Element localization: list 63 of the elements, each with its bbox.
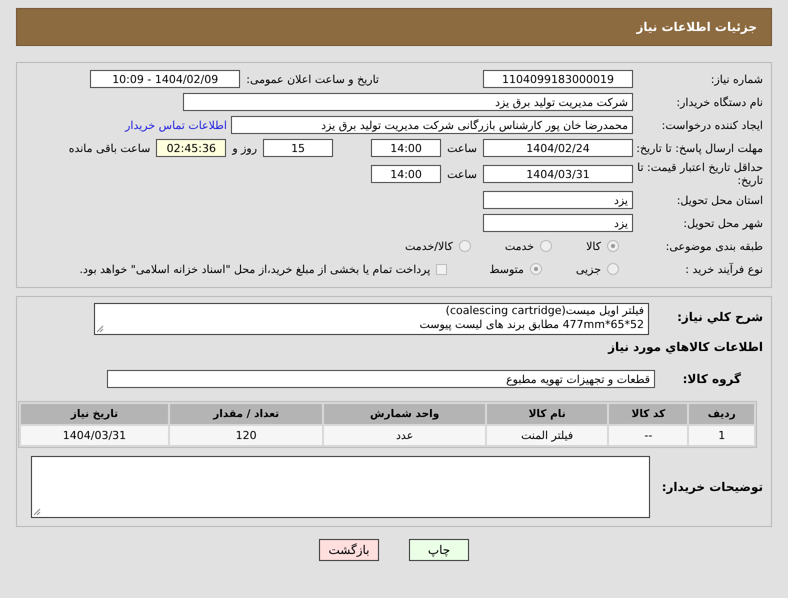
buyer-notes-field[interactable] <box>30 456 650 518</box>
time-label: ساعت <box>447 168 477 180</box>
radio-button[interactable] <box>540 240 552 252</box>
page-header: جزئیات اطلاعات نیاز <box>16 8 772 46</box>
column-header: تعداد / مقدار <box>170 404 322 424</box>
requester-field: محمدرضا خان پور کارشناس بازرگانی شرکت مدیریت تولید برق یزد <box>231 116 633 134</box>
field-label: شماره نیاز: <box>710 72 764 86</box>
field-label: ایجاد کننده درخواست: <box>660 118 764 132</box>
checkbox[interactable] <box>436 264 448 274</box>
field-label: حداقل تاریخ اعتبار قیمت: تا تاریخ: <box>636 161 764 187</box>
date-field: 1404/03/31 <box>483 165 633 183</box>
announce-date-field: 1404/02/09 - 10:09 <box>90 70 240 88</box>
radio-button[interactable] <box>607 263 619 275</box>
city-field: یزد <box>483 214 633 232</box>
time-label: ساعت <box>447 142 477 154</box>
field-label: استان محل تحویل: <box>676 194 764 206</box>
field-label: نوع فرآیند خرید : <box>684 262 764 276</box>
column-header: نام کالا <box>486 404 608 424</box>
time-field: 14:00 <box>371 139 442 157</box>
province-field: یزد <box>483 191 633 209</box>
field-label: گروه کالا: <box>682 372 742 386</box>
payment-note: پرداخت تمام یا بخشی از مبلغ خرید،از محل "اسناد خزانه اسلامی" خواهد بود. <box>80 262 430 276</box>
option-label: متوسط <box>489 262 524 276</box>
table-cell: فیلتر المنت <box>486 426 608 445</box>
time-field: 14:00 <box>371 165 442 183</box>
remaining-time-field: 02:45:36 <box>156 139 226 157</box>
back-button[interactable]: بازگشت <box>319 539 379 561</box>
remaining-label: ساعت باقی مانده <box>68 142 150 154</box>
table-cell: 1404/03/31 <box>21 426 168 445</box>
days-label: روز و <box>232 142 258 154</box>
resize-grip-icon[interactable] <box>96 325 104 333</box>
table-cell: عدد <box>324 426 485 445</box>
column-header: کد کالا <box>609 404 688 424</box>
radio-button[interactable] <box>458 240 471 252</box>
option-label: کالا/خدمت <box>405 240 453 252</box>
field-label: توضیحات خریدار: <box>660 480 764 494</box>
table-cell: 120 <box>170 426 322 445</box>
contact-link[interactable]: اطلاعات تماس خریدار <box>125 118 227 132</box>
field-label: نام دستگاه خریدار: <box>675 96 764 108</box>
field-label: شهر محل تحویل: <box>682 216 764 230</box>
column-header: واحد شمارش <box>324 404 485 424</box>
goods-group-field: قطعات و تجهیزات تهویه مطبوع <box>107 370 655 388</box>
option-label: خدمت <box>504 240 534 252</box>
column-header: تاریخ نیاز <box>21 404 168 424</box>
field-label: شرح کلي نياز: <box>676 309 764 324</box>
resize-grip-icon[interactable] <box>32 508 41 516</box>
field-label: مهلت ارسال پاسخ: تا تاریخ: <box>635 142 764 154</box>
print-button[interactable]: چاپ <box>409 539 469 561</box>
buyer-org-field: شرکت مدیریت تولید برق یزد <box>183 93 633 111</box>
need-number-field: 1104099183000019 <box>483 70 633 88</box>
section-title: اطلاعات کالاهاي مورد نياز <box>608 340 764 354</box>
field-label: طبقه بندی موضوعی: <box>664 240 764 252</box>
column-header: ردیف <box>689 404 754 424</box>
field-label: تاریخ و ساعت اعلان عمومی: <box>246 72 379 86</box>
days-field: 15 <box>263 139 334 157</box>
option-label: کالا <box>586 240 601 252</box>
table-cell: -- <box>609 426 688 445</box>
radio-button[interactable] <box>530 263 542 275</box>
radio-button[interactable] <box>607 240 619 252</box>
option-label: جزیی <box>576 262 601 276</box>
description-field: فیلتر اویل میست(coalescing cartridge) 52*65*477mm مطابق برند های لیست پیوست <box>94 303 649 335</box>
table-cell: 1 <box>689 426 754 445</box>
date-field: 1404/02/24 <box>483 139 633 157</box>
